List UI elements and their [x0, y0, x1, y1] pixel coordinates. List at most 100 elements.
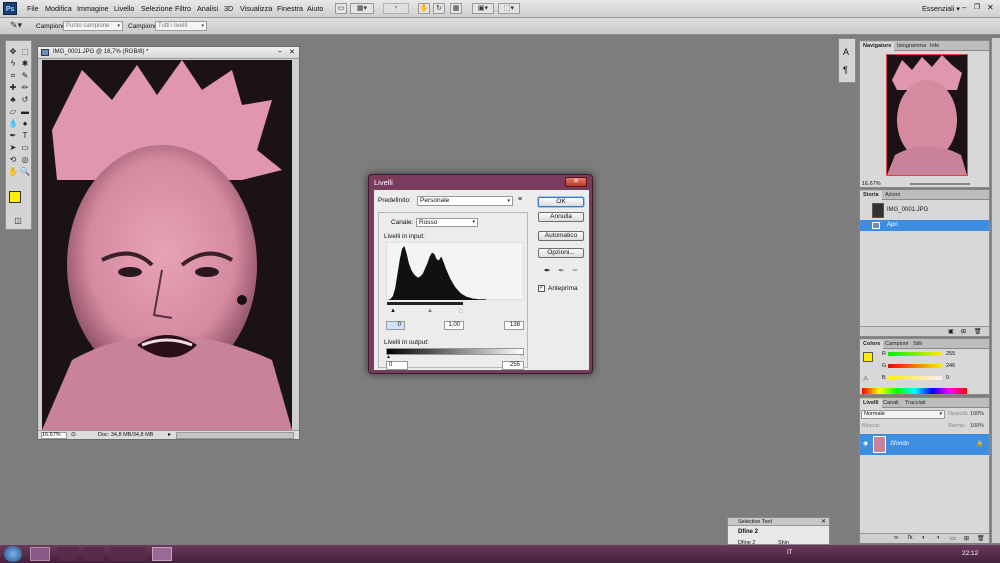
canvas-photo[interactable] — [42, 60, 292, 430]
tab-navigator[interactable]: Navigatore — [860, 42, 895, 51]
clock[interactable]: 22:12 — [962, 550, 978, 557]
menu-file[interactable]: File — [27, 4, 39, 13]
start-button[interactable] — [4, 546, 22, 562]
eyedropper-tool-icon[interactable]: ✎ — [20, 71, 30, 81]
tab-info[interactable]: Info — [927, 42, 942, 51]
brush-tool-icon[interactable]: ✏ — [20, 83, 30, 93]
dodge-tool-icon[interactable]: ● — [20, 119, 30, 129]
eyedropper-tool-icon[interactable]: ✎▾ — [10, 20, 22, 31]
foreground-color-icon[interactable] — [9, 191, 21, 203]
new-group-icon[interactable]: ▭ — [950, 535, 956, 542]
crop-tool-icon[interactable]: ⌗ — [8, 71, 18, 81]
fill-field[interactable]: 100% — [970, 423, 984, 429]
output-white-slider[interactable]: ▲ — [520, 354, 525, 360]
type-tool-icon[interactable]: T — [20, 131, 30, 141]
adjustment-layer-icon[interactable]: ◑ — [936, 535, 940, 541]
status-menu-arrow[interactable]: ▸ — [168, 431, 171, 438]
gradient-tool-icon[interactable]: ▬ — [20, 107, 30, 117]
menu-filtro[interactable]: Filtro — [175, 4, 191, 13]
new-layer-icon[interactable]: ⊞ — [964, 535, 969, 542]
new-document-icon[interactable]: ▣ — [948, 328, 954, 335]
input-white-field[interactable]: 138 — [504, 321, 524, 330]
selective-tool-close-button[interactable]: ✕ — [821, 518, 826, 525]
layer-mask-icon[interactable]: ◐ — [922, 535, 926, 541]
output-black-slider[interactable]: ▲ — [386, 354, 391, 360]
marquee-tool-icon[interactable]: ⬚ — [20, 47, 30, 57]
bridge-icon[interactable]: ▭ — [335, 3, 347, 14]
document-title-bar[interactable]: IMG_0001.JPG @ 16,7% (RGB/8) * – ✕ — [38, 47, 299, 59]
ok-button[interactable]: OK — [538, 197, 584, 207]
input-black-field[interactable]: 0 — [386, 321, 405, 330]
hand-tool-icon[interactable]: ✋ — [8, 167, 18, 177]
status-icon[interactable]: ⊙ — [71, 431, 76, 438]
arrange-documents-button[interactable]: ▣▾ — [472, 3, 494, 14]
selective-tool-titlebar[interactable]: Selective Tool ✕ — [728, 518, 829, 526]
menu-modifica[interactable]: Modifica — [45, 4, 72, 13]
output-black-field[interactable]: 0 — [386, 361, 408, 370]
color-spectrum-bar[interactable] — [862, 388, 967, 394]
taskbar-app-5[interactable] — [126, 547, 146, 561]
menu-aiuto[interactable]: Aiuto — [307, 4, 323, 13]
character-panel-icon[interactable]: A — [843, 47, 849, 57]
input-black-slider[interactable]: ▲ — [390, 308, 396, 314]
close-button[interactable]: ✕ — [987, 3, 997, 13]
menu-visualizza[interactable]: Visualizza — [240, 4, 272, 13]
history-brush-icon[interactable]: ↺ — [20, 95, 30, 105]
r-value[interactable]: 255 — [946, 351, 955, 357]
screen-mode-button[interactable]: ⬚▾ — [498, 3, 520, 14]
dialog-close-button[interactable]: ✕ — [565, 177, 587, 187]
3d-camera-icon[interactable]: ◎ — [20, 155, 30, 165]
rotate-view-icon[interactable]: ↻ — [433, 3, 445, 14]
zoom-level-select[interactable]: ▾ — [383, 3, 409, 14]
blend-mode-select[interactable]: Normale ▾ — [861, 410, 945, 419]
eraser-tool-icon[interactable]: ▱ — [8, 107, 18, 117]
photoshop-taskbar-icon[interactable] — [152, 547, 172, 561]
firefox-taskbar-icon[interactable] — [58, 547, 78, 561]
healing-brush-icon[interactable]: ✚ — [8, 83, 18, 93]
menu-immagine[interactable]: Immagine — [77, 4, 109, 13]
document-close-button[interactable]: ✕ — [289, 48, 295, 56]
tab-histogram[interactable]: Istogramma — [894, 42, 929, 51]
navigator-zoom-slider[interactable] — [910, 183, 970, 185]
navigator-zoom[interactable]: 16,67% — [862, 181, 881, 187]
menu-selezione[interactable]: Selezione — [141, 4, 173, 13]
menu-livello[interactable]: Livello — [114, 4, 134, 13]
tab-paths[interactable]: Tracciati — [902, 399, 929, 408]
gray-eyedropper-icon[interactable]: ✒ — [558, 266, 565, 275]
foreground-color-swatch[interactable] — [863, 352, 873, 362]
auto-button[interactable]: Automatico — [538, 231, 584, 241]
horizontal-scrollbar[interactable] — [176, 432, 294, 439]
paragraph-panel-icon[interactable]: ¶ — [843, 65, 848, 75]
gamut-warning-icon[interactable]: ⚠ — [863, 375, 868, 382]
b-value[interactable]: 0 — [946, 375, 949, 381]
tab-history[interactable]: Storia — [860, 191, 882, 200]
3d-rotate-icon[interactable]: ⟲ — [8, 155, 18, 165]
layer-style-icon[interactable]: fx — [908, 535, 913, 541]
tab-styles[interactable]: Stili — [910, 340, 925, 349]
preview-checkbox[interactable]: ✓ — [538, 285, 545, 292]
taskbar-app-3[interactable] — [84, 547, 104, 561]
taskbar-app-1[interactable] — [30, 547, 50, 561]
magic-wand-icon[interactable]: ✱ — [20, 59, 30, 69]
tab-color[interactable]: Colore — [860, 340, 884, 349]
view-extras-button[interactable]: ▦▾ — [350, 3, 374, 14]
clone-stamp-icon[interactable]: ♣ — [8, 95, 18, 105]
language-indicator[interactable]: IT — [787, 550, 792, 556]
restore-button[interactable]: ❐ — [974, 3, 984, 13]
g-slider[interactable] — [888, 364, 942, 368]
zoom-tool-icon[interactable]: 🔍 — [20, 167, 30, 177]
menu-analisi[interactable]: Analisi — [197, 4, 218, 13]
pen-tool-icon[interactable]: ✒ — [8, 131, 18, 141]
options-button[interactable]: Opzioni... — [538, 248, 584, 258]
history-snapshot-row[interactable]: IMG_0001.JPG — [860, 201, 989, 219]
channel-select[interactable]: Rosso ▾ — [416, 218, 478, 227]
delete-icon[interactable]: 🗑 — [974, 328, 982, 335]
input-gamma-field[interactable]: 1,00 — [444, 321, 464, 330]
opacity-field[interactable]: 100% — [970, 411, 984, 417]
menu-3d[interactable]: 3D — [224, 4, 233, 13]
layer-row[interactable]: ◉ Sfondo 🔒 — [860, 434, 989, 455]
shape-tool-icon[interactable]: ▭ — [20, 143, 30, 153]
tab-actions[interactable]: Azioni — [882, 191, 903, 200]
grid-icon[interactable]: ▦ — [450, 3, 462, 14]
hand-tool-icon[interactable]: ✋ — [418, 3, 430, 14]
